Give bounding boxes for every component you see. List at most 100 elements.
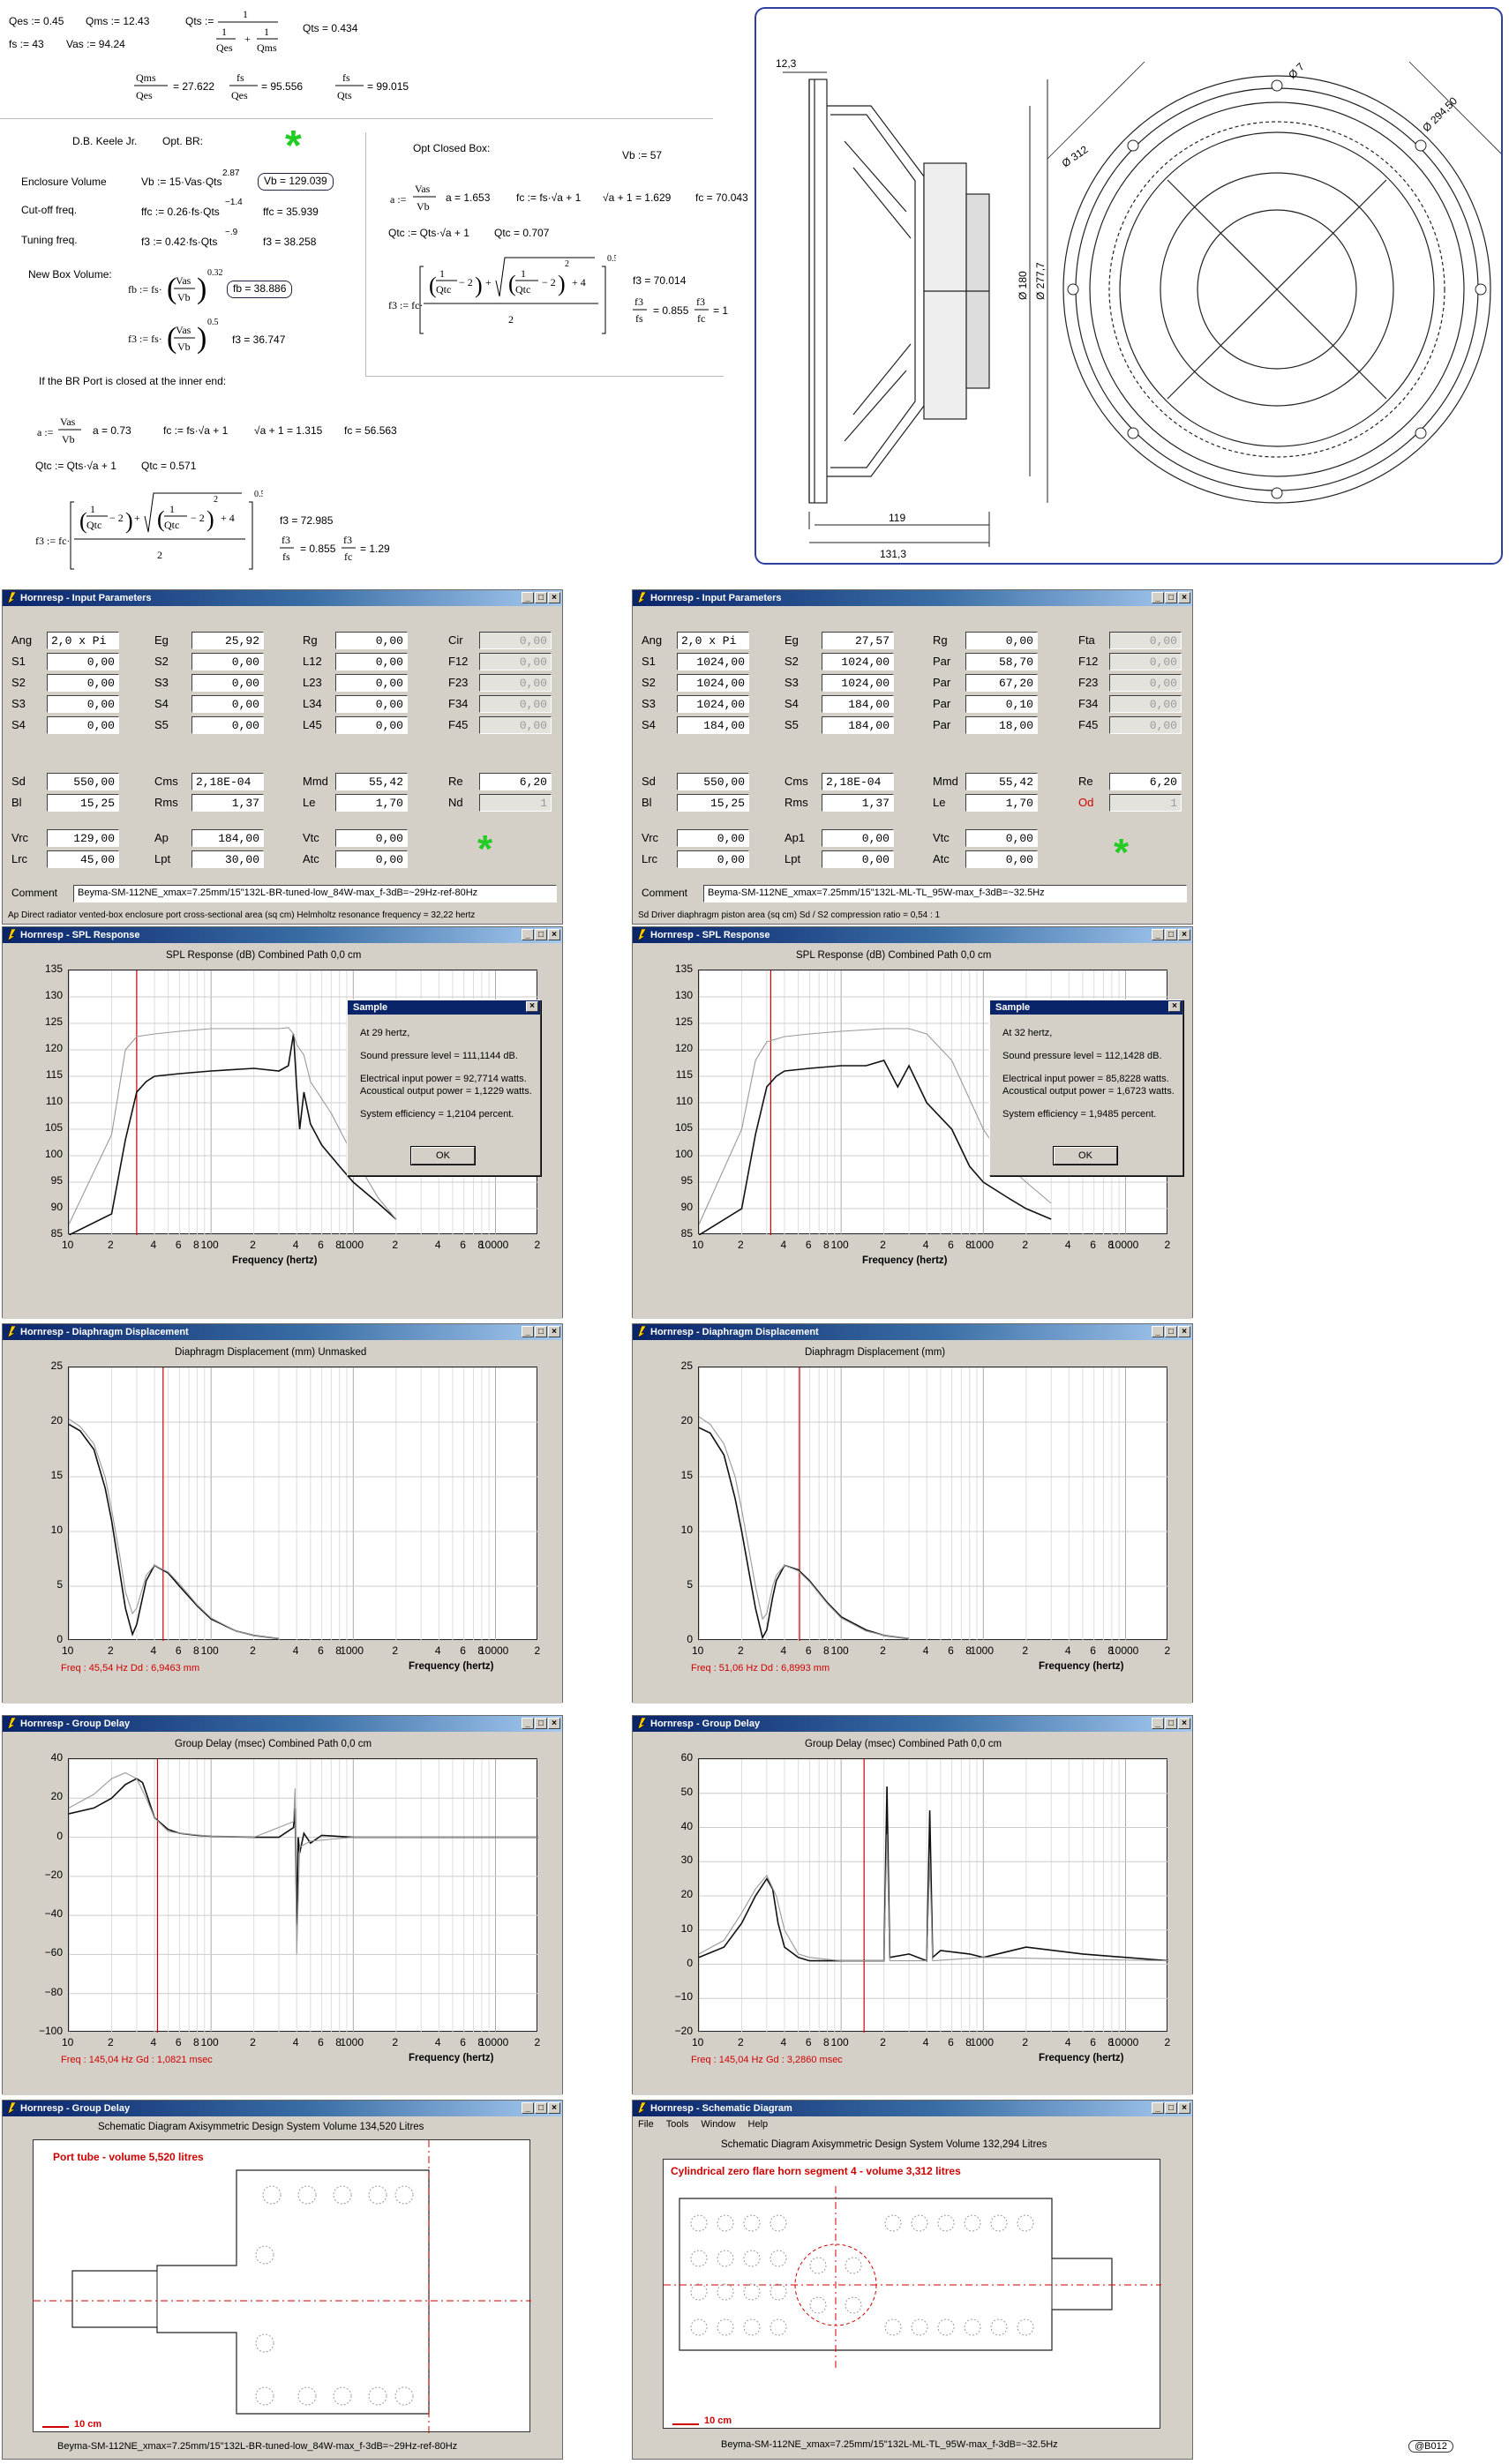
maximize-button[interactable]: □ (1165, 592, 1177, 603)
minimize-button[interactable]: _ (1152, 592, 1164, 603)
sample-dialog-titlebar[interactable]: Sample × (990, 1000, 1182, 1015)
menu-window[interactable]: Window (701, 2116, 735, 2132)
plot-area[interactable] (698, 1758, 1168, 2033)
bl-field[interactable]: 15,25 (47, 794, 119, 812)
par1-field[interactable]: 58,70 (965, 653, 1038, 670)
s2-field[interactable]: 0,00 (191, 653, 264, 670)
dialog-close-button[interactable]: × (1168, 1001, 1181, 1012)
eg-field[interactable]: 25,92 (191, 632, 264, 649)
vrc-field[interactable]: 0,00 (677, 829, 749, 847)
minimize-button[interactable]: _ (522, 1326, 534, 1337)
vtc-field[interactable]: 0,00 (965, 829, 1038, 847)
minimize-button[interactable]: _ (522, 592, 534, 603)
close-button[interactable]: × (548, 929, 560, 940)
lrc-field[interactable]: 45,00 (47, 850, 119, 868)
s3-field[interactable]: 0,00 (191, 674, 264, 692)
left-params-titlebar[interactable]: Hornresp - Input Parameters _ □ × (3, 590, 562, 606)
f23-field[interactable]: 0,00 (1109, 674, 1182, 692)
minimize-button[interactable]: _ (522, 2102, 534, 2114)
nd-field[interactable]: 1 (479, 794, 552, 812)
ang-field[interactable]: 2,0 x Pi (47, 632, 119, 649)
minimize-button[interactable]: _ (1152, 2102, 1164, 2114)
left-disp-titlebar[interactable]: Hornresp - Diaphragm Displacement _ □ × (3, 1324, 562, 1340)
vtc-field[interactable]: 0,00 (335, 829, 408, 847)
comment-field[interactable]: Beyma-SM-112NE_xmax=7.25mm/15"132L-BR-tu… (73, 885, 557, 902)
ap-field[interactable]: 184,00 (191, 829, 264, 847)
maximize-button[interactable]: □ (535, 2102, 547, 2114)
right-disp-titlebar[interactable]: Hornresp - Diaphragm Displacement _ □ × (633, 1324, 1192, 1340)
s4b-field[interactable]: 0,00 (47, 716, 119, 734)
od-field[interactable]: 1 (1109, 794, 1182, 812)
close-button[interactable]: × (1178, 2102, 1190, 2114)
atc-field[interactable]: 0,00 (965, 850, 1038, 868)
par4-field[interactable]: 18,00 (965, 716, 1038, 734)
maximize-button[interactable]: □ (1165, 2102, 1177, 2114)
rg-field[interactable]: 0,00 (965, 632, 1038, 649)
bl-field[interactable]: 15,25 (677, 794, 749, 812)
lrc-field[interactable]: 0,00 (677, 850, 749, 868)
s3-field[interactable]: 1024,00 (822, 674, 894, 692)
minimize-button[interactable]: _ (522, 1718, 534, 1729)
s1-field[interactable]: 0,00 (47, 653, 119, 670)
plot-area[interactable] (68, 1367, 538, 1641)
close-button[interactable]: × (548, 592, 560, 603)
right-params-titlebar[interactable]: Hornresp - Input Parameters _ □ × (633, 590, 1192, 606)
minimize-button[interactable]: _ (522, 929, 534, 940)
l23-field[interactable]: 0,00 (335, 674, 408, 692)
le-field[interactable]: 1,70 (965, 794, 1038, 812)
plot-area[interactable] (698, 1367, 1168, 1641)
close-button[interactable]: × (1178, 1326, 1190, 1337)
minimize-button[interactable]: _ (1152, 1326, 1164, 1337)
maximize-button[interactable]: □ (1165, 1326, 1177, 1337)
ok-button[interactable]: OK (410, 1146, 476, 1165)
plot-area[interactable] (68, 1758, 538, 2033)
atc-field[interactable]: 0,00 (335, 850, 408, 868)
f34-field[interactable]: 0,00 (479, 695, 552, 713)
close-button[interactable]: × (1178, 1718, 1190, 1729)
re-field[interactable]: 6,20 (1109, 773, 1182, 790)
right-spl-titlebar[interactable]: Hornresp - SPL Response _ □ × (633, 927, 1192, 943)
lpt-field[interactable]: 0,00 (822, 850, 894, 868)
mmd-field[interactable]: 55,42 (965, 773, 1038, 790)
maximize-button[interactable]: □ (1165, 1718, 1177, 1729)
rms-field[interactable]: 1,37 (822, 794, 894, 812)
s2-field[interactable]: 1024,00 (822, 653, 894, 670)
close-button[interactable]: × (548, 2102, 560, 2114)
s2b-field[interactable]: 1024,00 (677, 674, 749, 692)
close-button[interactable]: × (1178, 592, 1190, 603)
vrc-field[interactable]: 129,00 (47, 829, 119, 847)
s2b-field[interactable]: 0,00 (47, 674, 119, 692)
maximize-button[interactable]: □ (1165, 929, 1177, 940)
close-button[interactable]: × (548, 1718, 560, 1729)
f45-field[interactable]: 0,00 (1109, 716, 1182, 734)
cms-field[interactable]: 2,18E-04 (822, 773, 894, 790)
fta-field[interactable]: 0,00 (1109, 632, 1182, 649)
left-spl-titlebar[interactable]: Hornresp - SPL Response _ □ × (3, 927, 562, 943)
sample-dialog-titlebar[interactable]: Sample × (348, 1000, 540, 1015)
l12-field[interactable]: 0,00 (335, 653, 408, 670)
left-schematic-titlebar[interactable]: Hornresp - Group Delay _ □ × (3, 2101, 562, 2116)
close-button[interactable]: × (548, 1326, 560, 1337)
f12-field[interactable]: 0,00 (1109, 653, 1182, 670)
menu-file[interactable]: File (638, 2116, 654, 2132)
re-field[interactable]: 6,20 (479, 773, 552, 790)
s4-field[interactable]: 0,00 (191, 695, 264, 713)
ang-field[interactable]: 2,0 x Pi (677, 632, 749, 649)
menu-help[interactable]: Help (748, 2116, 769, 2132)
cir-field[interactable]: 0,00 (479, 632, 552, 649)
l34-field[interactable]: 0,00 (335, 695, 408, 713)
f45-field[interactable]: 0,00 (479, 716, 552, 734)
s4b-field[interactable]: 184,00 (677, 716, 749, 734)
menu-tools[interactable]: Tools (666, 2116, 689, 2132)
rms-field[interactable]: 1,37 (191, 794, 264, 812)
minimize-button[interactable]: _ (1152, 1718, 1164, 1729)
eg-field[interactable]: 27,57 (822, 632, 894, 649)
dialog-close-button[interactable]: × (526, 1001, 538, 1012)
close-button[interactable]: × (1178, 929, 1190, 940)
sd-field[interactable]: 550,00 (47, 773, 119, 790)
s3b-field[interactable]: 1024,00 (677, 695, 749, 713)
maximize-button[interactable]: □ (535, 1718, 547, 1729)
par3-field[interactable]: 0,10 (965, 695, 1038, 713)
maximize-button[interactable]: □ (535, 929, 547, 940)
comment-field[interactable]: Beyma-SM-112NE_xmax=7.25mm/15"132L-ML-TL… (703, 885, 1187, 902)
